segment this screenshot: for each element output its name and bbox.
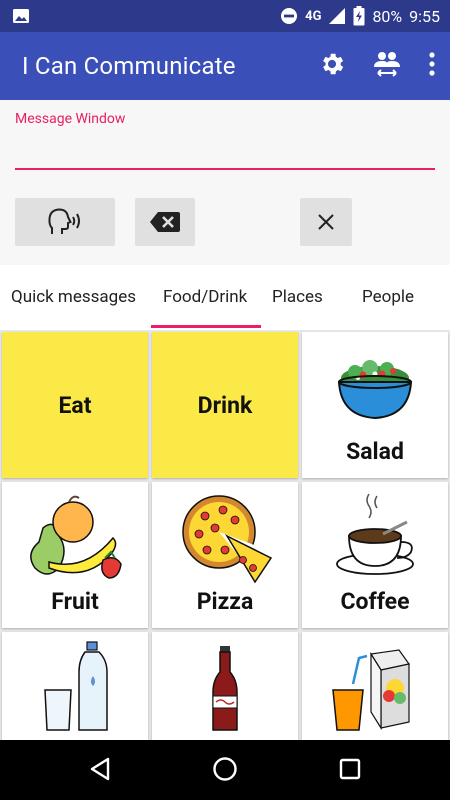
tile-label: Drink xyxy=(197,392,253,419)
recents-square-icon[interactable] xyxy=(338,756,362,782)
coffee-cup-icon xyxy=(336,493,414,575)
home-circle-icon[interactable] xyxy=(212,756,238,782)
tab-quick-messages[interactable]: Quick messages xyxy=(11,287,136,307)
tile-label: Pizza xyxy=(196,588,254,615)
switch-user-icon[interactable] xyxy=(372,50,402,78)
tile-coffee[interactable]: Coffee xyxy=(302,482,448,628)
tile-pizza[interactable]: Pizza xyxy=(152,482,298,628)
speak-button[interactable] xyxy=(15,198,115,246)
tab-places[interactable]: Places xyxy=(272,287,323,307)
settings-gear-icon[interactable] xyxy=(318,50,346,78)
tile-label: Fruit xyxy=(51,588,99,615)
network-type: 4G xyxy=(305,8,322,24)
speak-voice-icon xyxy=(48,208,80,234)
tile-label: Coffee xyxy=(340,588,410,615)
message-window-input[interactable] xyxy=(15,132,435,170)
backspace-icon xyxy=(150,212,180,232)
tile-eat[interactable]: Eat xyxy=(2,332,148,478)
app-bar: I Can Communicate xyxy=(0,32,450,100)
image-notification-icon xyxy=(13,9,29,23)
battery-charging-icon xyxy=(353,6,365,26)
clock: 9:55 xyxy=(409,6,440,26)
tile-label: Eat xyxy=(58,392,92,419)
tile-soda[interactable] xyxy=(152,632,298,740)
backspace-button[interactable] xyxy=(135,198,195,246)
tab-food-drink[interactable]: Food/Drink xyxy=(163,287,247,307)
overflow-menu-icon[interactable] xyxy=(428,51,436,77)
tile-drink[interactable]: Drink xyxy=(152,332,298,478)
fruit-icon xyxy=(30,495,122,579)
do-not-disturb-icon xyxy=(281,8,298,24)
close-icon xyxy=(318,214,334,230)
active-tab-indicator xyxy=(151,325,261,328)
tile-juice[interactable] xyxy=(302,632,448,740)
clear-button[interactable] xyxy=(300,198,352,246)
tile-salad[interactable]: Salad xyxy=(302,332,448,478)
signal-icon xyxy=(329,8,346,24)
pizza-icon xyxy=(182,495,273,583)
back-triangle-icon[interactable] xyxy=(88,756,112,782)
app-title: I Can Communicate xyxy=(22,52,236,80)
soda-bottle-icon xyxy=(212,646,238,731)
tile-water[interactable] xyxy=(2,632,148,740)
category-tabs: Quick messages Food/Drink Places People xyxy=(0,265,450,330)
water-bottle-glass-icon xyxy=(44,641,108,731)
juice-box-glass-icon xyxy=(332,649,411,731)
symbol-grid: Eat Drink Salad Fruit Pizza Coffee xyxy=(0,330,450,740)
tile-fruit[interactable]: Fruit xyxy=(2,482,148,628)
tile-label: Salad xyxy=(346,438,404,465)
tab-people[interactable]: People xyxy=(362,287,414,307)
salad-bowl-icon xyxy=(337,360,413,420)
system-navigation-bar xyxy=(0,740,450,800)
status-bar: 4G 80% 9:55 xyxy=(0,0,450,32)
message-window-label: Message Window xyxy=(15,111,126,127)
battery-percent: 80% xyxy=(372,6,403,26)
